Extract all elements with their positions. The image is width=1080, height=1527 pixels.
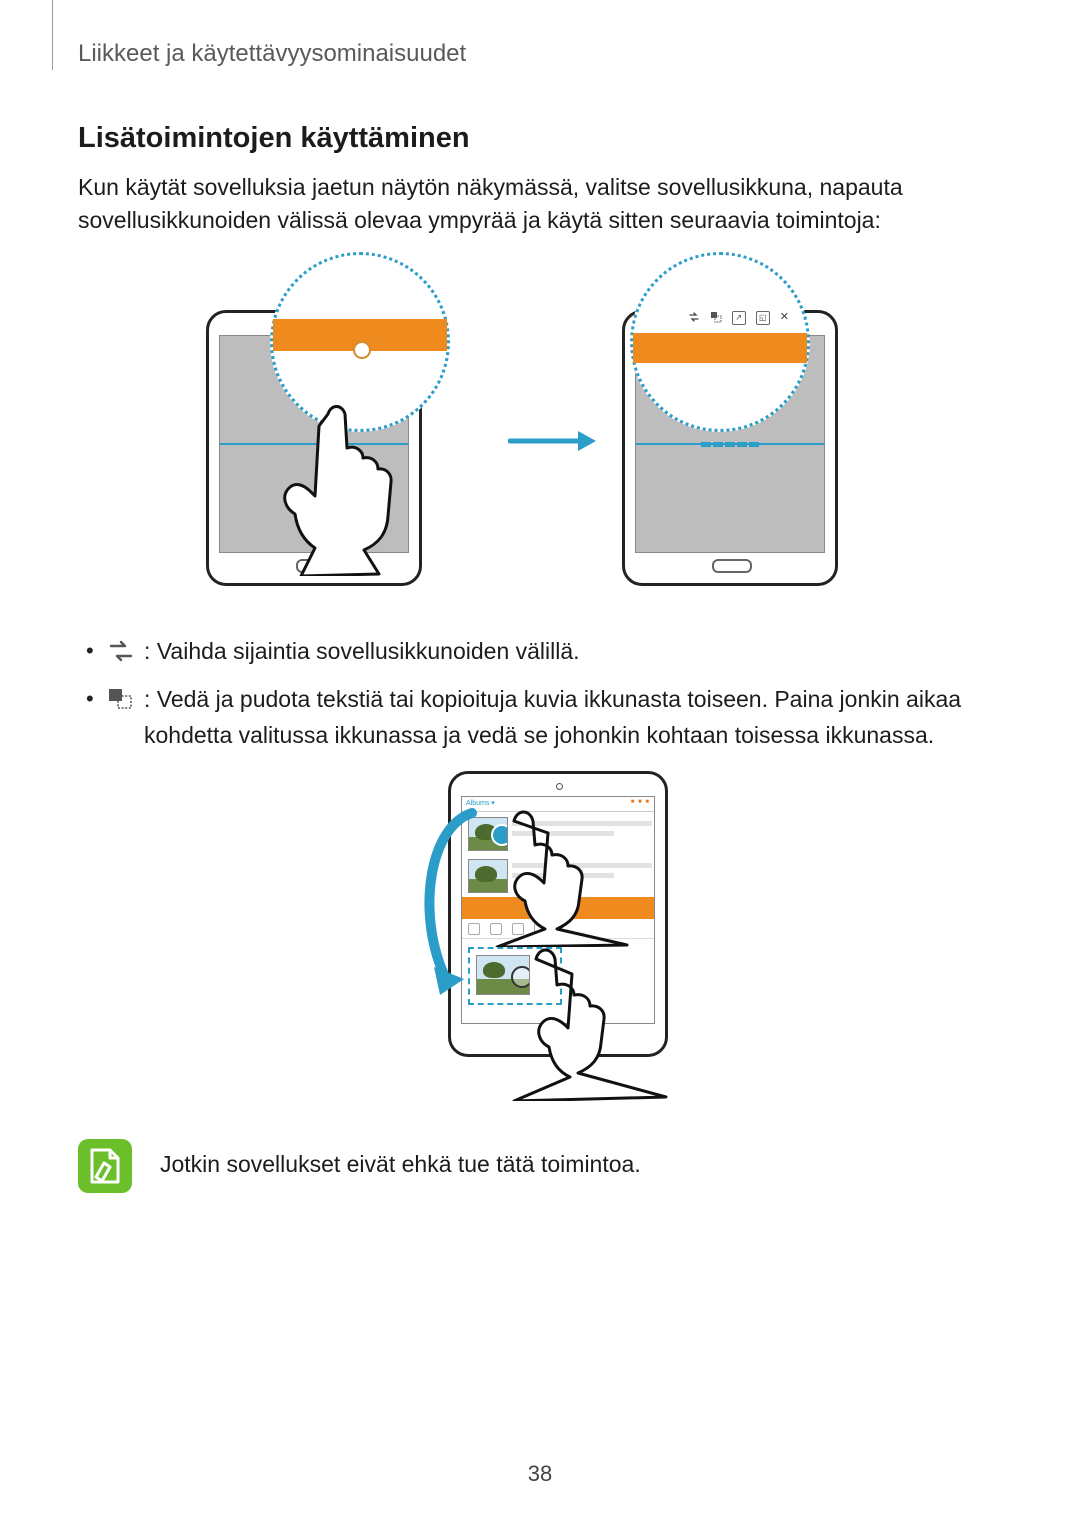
manual-page: Liikkeet ja käytettävyysominaisuudet Lis… [0,0,1080,1527]
popup-icon: ◱ [756,311,770,325]
list-item-swap: : Vaihda sijaintia sovellusikkunoiden vä… [86,634,1002,670]
header-rule [52,0,53,70]
device-camera [556,783,563,790]
figure-split-options: ↗ ◱ ✕ [78,260,1002,610]
close-icon: ✕ [780,311,789,325]
feature-list: : Vaihda sijaintia sovellusikkunoiden vä… [78,634,1002,753]
arrow-right-icon [508,428,598,454]
maximize-icon: ↗ [732,311,746,325]
split-bottom-pane [636,444,824,552]
drag-content-icon [108,685,134,707]
swap-icon [108,637,134,659]
section-heading: Lisätoimintojen käyttäminen [78,122,1002,155]
home-button [712,559,752,573]
list-item-text: : Vedä ja pudota tekstiä tai kopioituja … [144,686,961,748]
hand-press-icon [484,797,654,947]
running-header: Liikkeet ja käytettävyysominaisuudet [78,40,1002,68]
figure-drag-drop: Albums ▾ ■ ■ ■ [78,771,1002,1111]
note: Jotkin sovellukset eivät ehkä tue tätä t… [78,1139,1002,1193]
intro-paragraph: Kun käytät sovelluksia jaetun näytön näk… [78,171,1002,236]
split-options-bar: ↗ ◱ ✕ [688,311,789,325]
split-handle-dot [353,341,371,359]
hand-tap-icon [274,396,414,576]
hand-drop-icon [508,931,698,1101]
page-number: 38 [0,1461,1080,1487]
callout-highlight-bar [633,333,807,363]
drag-content-icon [710,311,722,323]
swap-icon [688,311,700,323]
list-item-drag: : Vedä ja pudota tekstiä tai kopioituja … [86,682,1002,753]
list-item-text: : Vaihda sijaintia sovellusikkunoiden vä… [144,638,580,664]
drag-path-arrow-icon [414,807,484,997]
callout-circle-right: ↗ ◱ ✕ [630,252,810,432]
split-handle-bar [701,442,759,447]
note-icon [78,1139,132,1193]
note-text: Jotkin sovellukset eivät ehkä tue tätä t… [160,1139,641,1178]
